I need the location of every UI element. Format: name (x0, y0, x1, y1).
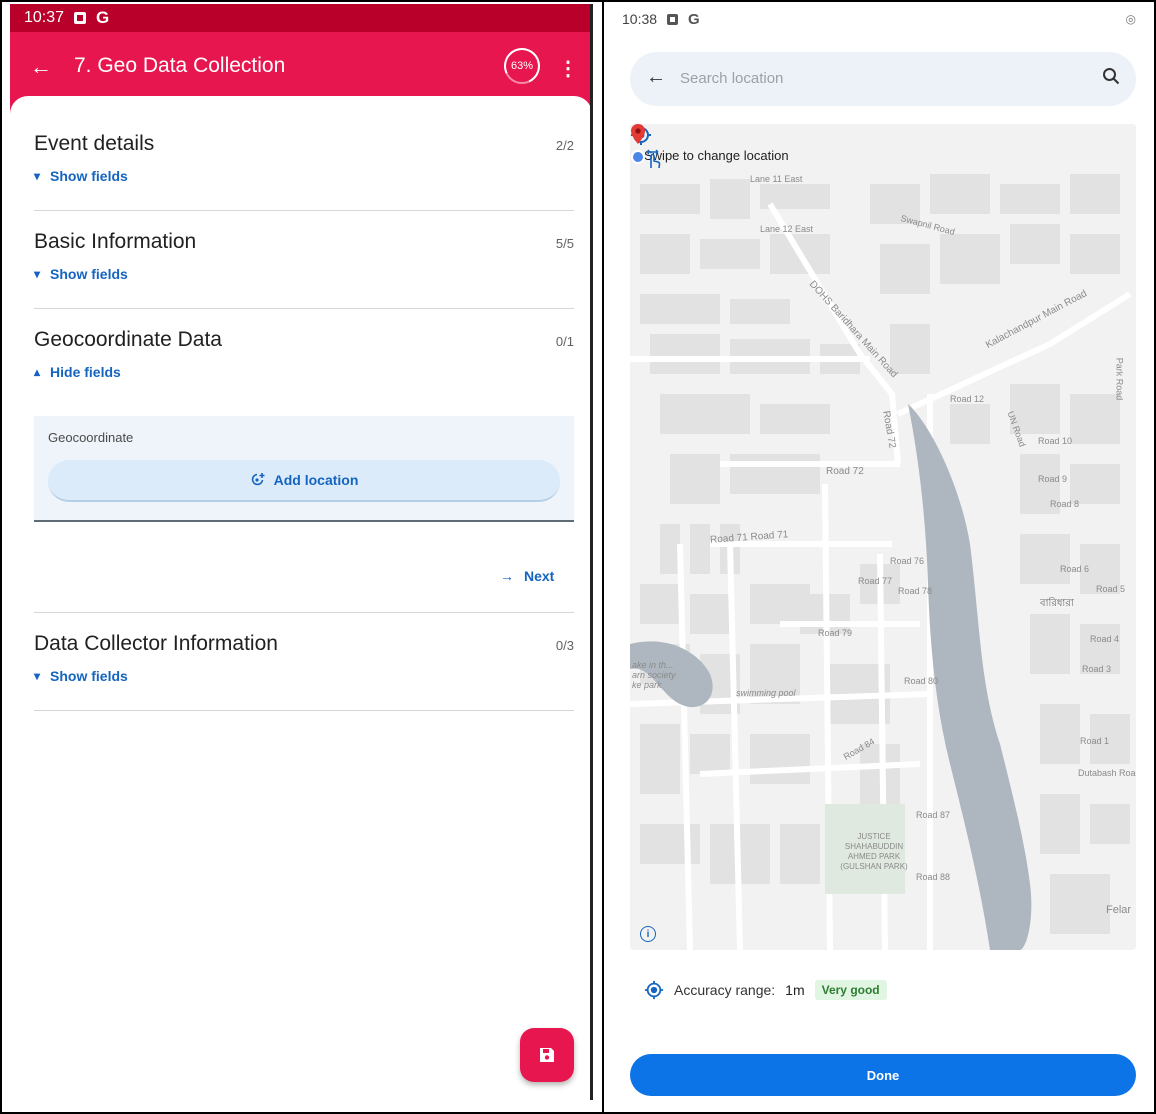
map-label: Dutabash Road (1078, 768, 1136, 778)
map-label: Road 3 (1082, 664, 1112, 674)
pane-edge (590, 4, 593, 1100)
show-fields-toggle[interactable]: ▾ Show fields (34, 266, 574, 282)
map-canvas (630, 124, 1136, 950)
section-title: Geocoordinate Data (34, 328, 222, 351)
map-label: Road 76 (890, 556, 925, 566)
pane-divider (602, 0, 604, 1114)
form-sheet: Event details 2/2 ▾ Show fields Basic In… (10, 96, 592, 1110)
map-label: Road 12 (950, 394, 985, 404)
google-icon: G (688, 10, 700, 28)
show-fields-toggle[interactable]: ▾ Show fields (34, 668, 574, 684)
section-event-details: Event details 2/2 ▾ Show fields (34, 132, 574, 184)
map-label: বারিধারা (1040, 598, 1074, 609)
status-bar: 10:37 G (10, 4, 592, 32)
next-label: Next (524, 568, 555, 584)
back-arrow-icon[interactable]: ← (30, 54, 52, 80)
location-pin-icon (631, 124, 645, 164)
location-picker-screen: 10:38 G ◎ ← Search location Lane 11 East… (612, 4, 1148, 1110)
section-count: 2/2 (555, 138, 574, 153)
accuracy-value: 1m (785, 982, 805, 998)
notification-icon (74, 12, 87, 24)
section-title: Basic Information (34, 230, 197, 253)
notification-icon (667, 13, 679, 25)
map-label: Road 72 (826, 466, 864, 477)
map-view[interactable]: Lane 11 East Lane 12 East Swapnil Road D… (630, 124, 1136, 950)
section-data-collector: Data Collector Information 0/3 ▾ Show fi… (34, 632, 574, 684)
map-label: Felar (1106, 904, 1132, 916)
section-geocoordinate-data: Geocoordinate Data 0/1 ▴ Hide fields (34, 328, 574, 380)
map-label: Road 77 (858, 576, 893, 586)
toggle-label: Show fields (50, 168, 128, 184)
status-time: 10:37 (24, 9, 65, 26)
geocoordinate-field: Geocoordinate Add location (34, 416, 574, 522)
save-icon (540, 1048, 554, 1062)
hide-fields-toggle[interactable]: ▴ Hide fields (34, 364, 574, 380)
section-title: Event details (34, 132, 155, 155)
location-status-icon: ◎ (1125, 12, 1136, 26)
arrow-right-icon: → (500, 568, 514, 584)
chevron-down-icon: ▾ (34, 267, 41, 281)
swipe-hint: Swipe to change location (644, 148, 789, 169)
map-label: Road 88 (916, 872, 951, 882)
section-basic-information: Basic Information 5/5 ▾ Show fields (34, 230, 574, 282)
page-title: 7. Geo Data Collection (74, 54, 286, 77)
section-divider (34, 612, 574, 613)
toggle-label: Show fields (50, 668, 128, 684)
google-icon: G (96, 8, 110, 27)
section-divider (34, 308, 574, 309)
next-button[interactable]: → Next (500, 568, 554, 584)
more-options-icon[interactable]: ⋮ (558, 56, 578, 81)
map-label: Road 9 (1038, 474, 1068, 484)
map-label: Road 10 (1038, 436, 1073, 446)
search-bar[interactable]: ← Search location (630, 52, 1136, 106)
toggle-label: Show fields (50, 266, 128, 282)
add-location-icon (251, 473, 265, 486)
section-divider (34, 710, 574, 711)
info-icon[interactable]: i (640, 926, 656, 942)
section-count: 0/1 (555, 334, 574, 349)
accuracy-label: Accuracy range: (674, 982, 776, 998)
chevron-up-icon: ▴ (34, 365, 41, 379)
swipe-hint-text: Swipe to change location (644, 148, 789, 163)
search-input[interactable]: Search location (680, 70, 783, 87)
map-label: Road 1 (1080, 736, 1110, 746)
map-label: Road 80 (904, 676, 939, 686)
map-label: swimming pool (736, 688, 796, 698)
add-location-button[interactable]: Add location (48, 460, 560, 502)
map-label: Lane 11 East (750, 174, 803, 184)
chevron-down-icon: ▾ (34, 669, 41, 683)
swipe-gesture-icon (646, 149, 661, 169)
accuracy-row: Accuracy range: 1m Very good (644, 980, 887, 1000)
section-title: Data Collector Information (34, 632, 278, 655)
map-label: Road 6 (1060, 564, 1090, 574)
gps-icon (644, 980, 664, 1000)
map-label: Road 79 (818, 628, 853, 638)
section-divider (34, 210, 574, 211)
map-label: Road 87 (916, 810, 951, 820)
section-count: 5/5 (555, 236, 574, 251)
map-label: Road 4 (1090, 634, 1120, 644)
toggle-label: Hide fields (50, 364, 121, 380)
map-label: Park Road (1114, 357, 1125, 401)
map-label: Lane 12 East (760, 224, 814, 234)
chevron-down-icon: ▾ (34, 169, 41, 183)
add-location-label: Add location (273, 472, 359, 488)
map-label: ake in th... arn society ke park (632, 660, 676, 690)
field-label: Geocoordinate (48, 430, 134, 445)
status-bar: 10:38 G ◎ (612, 4, 1148, 34)
map-label: Road 78 (898, 586, 933, 596)
progress-indicator: 63% (504, 48, 540, 84)
map-label: Road 8 (1050, 499, 1080, 509)
back-arrow-icon[interactable]: ← (646, 66, 666, 89)
section-count: 0/3 (555, 638, 574, 653)
map-label: JUSTICE SHAHABUDDIN AHMED PARK (GULSHAN … (840, 832, 908, 871)
search-icon[interactable] (1102, 67, 1120, 85)
accuracy-quality-badge: Very good (814, 980, 887, 1000)
form-screen: 10:37 G ← 7. Geo Data Collection 63% ⋮ E… (10, 4, 592, 1110)
map-label: Road 5 (1096, 584, 1126, 594)
status-time: 10:38 (622, 11, 658, 27)
show-fields-toggle[interactable]: ▾ Show fields (34, 168, 574, 184)
done-button[interactable]: Done (630, 1054, 1136, 1096)
save-button[interactable] (520, 1028, 574, 1082)
